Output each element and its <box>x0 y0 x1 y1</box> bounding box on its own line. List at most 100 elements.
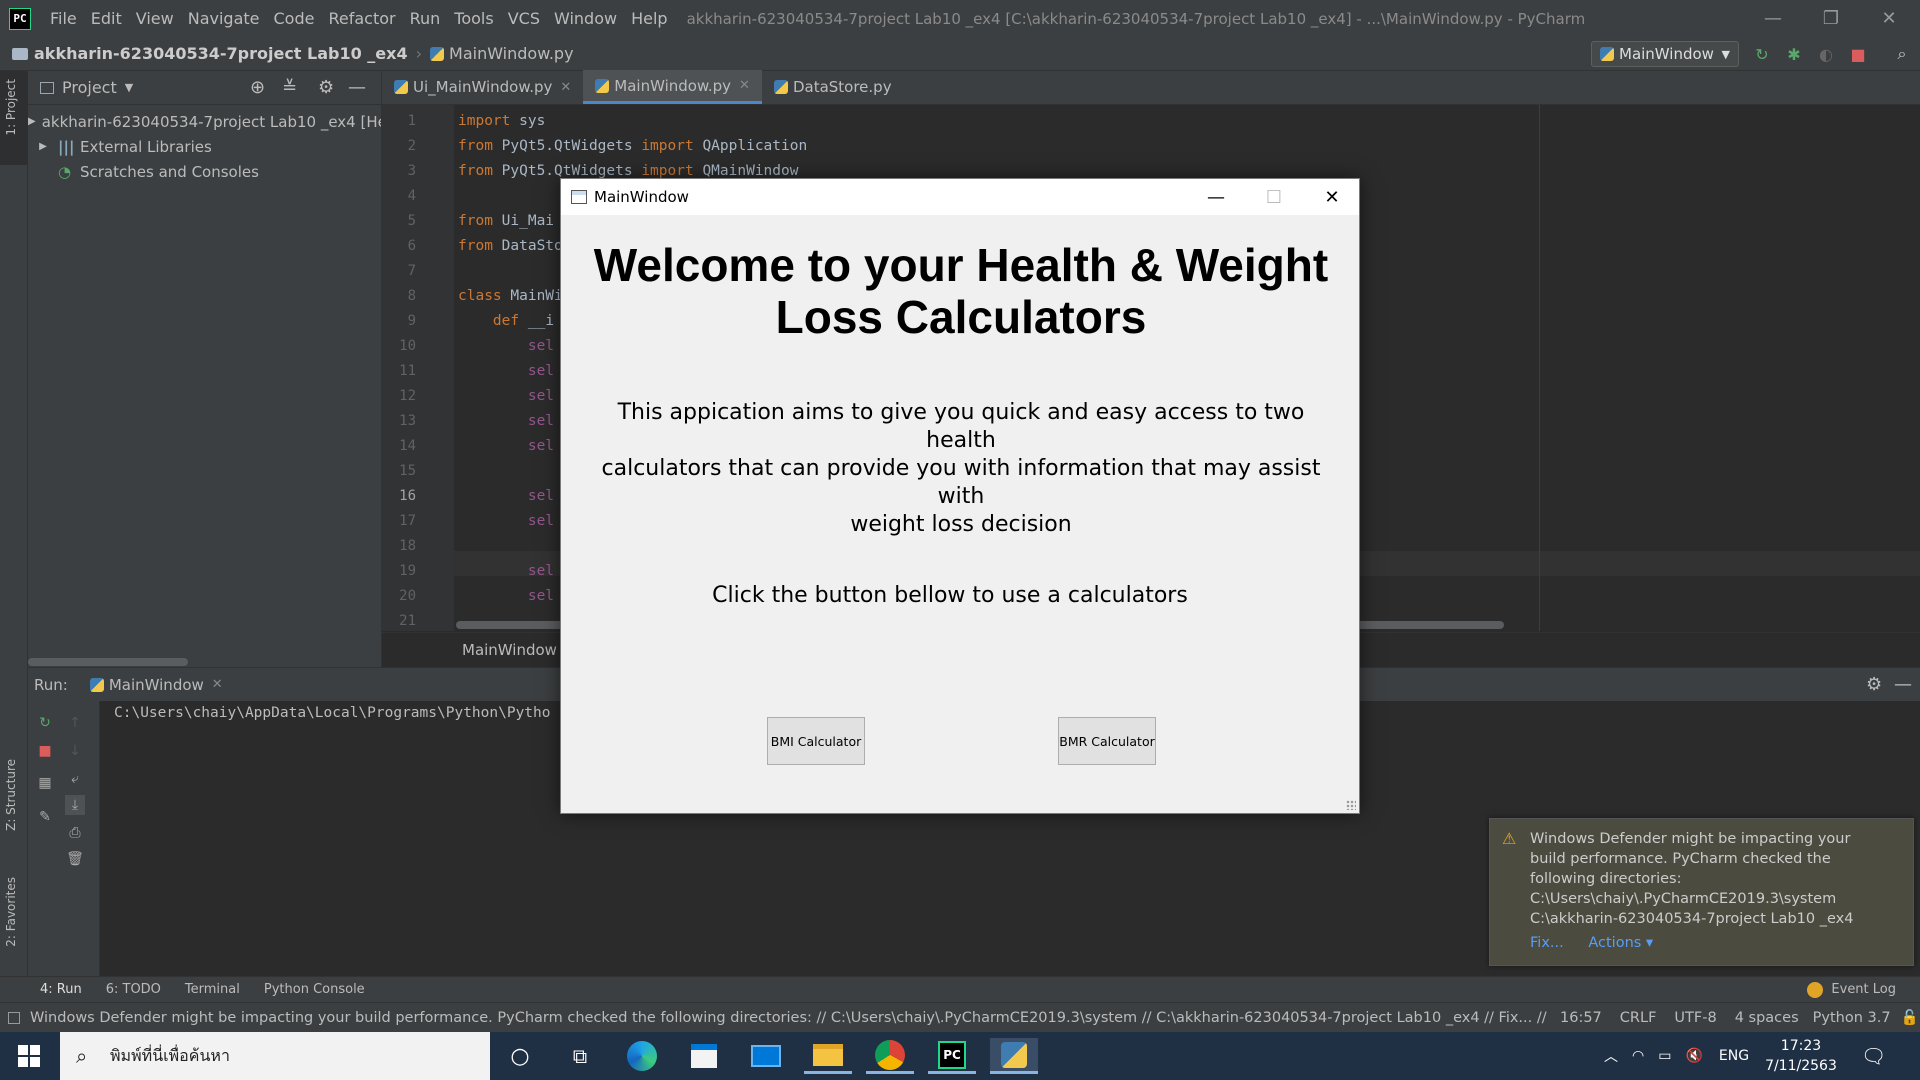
python-app-icon[interactable] <box>990 1038 1038 1074</box>
horizontal-scrollbar[interactable] <box>28 658 188 666</box>
structure-tool-tab[interactable]: Z: Structure <box>4 759 18 831</box>
rerun-icon[interactable]: ↻ <box>35 713 55 733</box>
clock-date: 7/11/2563 <box>1765 1058 1837 1074</box>
favorites-tool-tab[interactable]: 2: Favorites <box>4 877 18 947</box>
menu-run[interactable]: Run <box>403 9 448 28</box>
soft-wrap-icon[interactable]: ⤶ <box>65 769 85 789</box>
gear-icon[interactable]: ⚙ <box>318 77 334 98</box>
chevron-up-icon[interactable]: ︿ <box>1604 1046 1618 1066</box>
minimize-icon[interactable]: — <box>1744 0 1802 37</box>
tab-mainwindow[interactable]: MainWindow.py ✕ <box>583 70 762 104</box>
breadcrumb-file[interactable]: MainWindow.py <box>449 44 574 63</box>
lock-icon[interactable]: 🔓 <box>1901 1009 1919 1026</box>
menu-help[interactable]: Help <box>624 9 674 28</box>
edge-icon[interactable] <box>618 1038 666 1074</box>
rerun-icon[interactable]: ↻ <box>1753 45 1771 64</box>
menu-tools[interactable]: Tools <box>447 9 500 28</box>
cortana-icon[interactable]: ○ <box>496 1038 544 1074</box>
menu-view[interactable]: View <box>129 9 181 28</box>
file-explorer-icon[interactable] <box>804 1038 852 1074</box>
expand-arrow-icon[interactable]: ▶ <box>28 116 36 127</box>
status-message[interactable]: Windows Defender might be impacting your… <box>30 1010 1550 1026</box>
input-language[interactable]: ENG <box>1719 1048 1749 1064</box>
chrome-icon[interactable] <box>866 1038 914 1074</box>
line-separator[interactable]: CRLF <box>1620 1010 1657 1026</box>
expand-arrow-icon[interactable]: ▶ <box>28 141 58 152</box>
close-icon[interactable]: ✕ <box>1303 179 1361 215</box>
trash-icon[interactable]: 🗑 <box>65 849 85 869</box>
actions-link[interactable]: Actions ▾ <box>1588 935 1653 951</box>
mail-icon[interactable] <box>742 1038 790 1074</box>
start-icon[interactable] <box>18 1045 40 1067</box>
hide-panel-icon[interactable]: — <box>1894 674 1912 695</box>
run-configuration-select[interactable]: MainWindow ▼ <box>1591 41 1739 67</box>
event-log-button[interactable]: Event Log <box>1831 982 1896 997</box>
menu-vcs[interactable]: VCS <box>501 9 547 28</box>
collapse-all-icon[interactable]: ≚ <box>282 77 297 98</box>
caret-position[interactable]: 16:57 <box>1560 1010 1602 1026</box>
console-output[interactable]: C:\Users\chaiy\AppData\Local\Programs\Py… <box>114 705 551 721</box>
tree-item-project[interactable]: ▶ akkharin-623040534-7project Lab10 _ex4… <box>28 109 381 134</box>
bmi-calculator-button[interactable]: BMI Calculator <box>767 717 865 765</box>
menu-code[interactable]: Code <box>267 9 322 28</box>
store-icon[interactable] <box>680 1038 728 1074</box>
debug-icon[interactable]: ✱ <box>1785 45 1803 64</box>
coverage-icon[interactable]: ◐ <box>1817 45 1835 64</box>
breadcrumb-project[interactable]: akkharin-623040534-7project Lab10 _ex4 <box>34 44 408 63</box>
menu-refactor[interactable]: Refactor <box>321 9 402 28</box>
minimize-icon[interactable]: — <box>1187 179 1245 215</box>
fix-link[interactable]: Fix... <box>1530 935 1564 951</box>
tab-python-console[interactable]: Python Console <box>264 982 365 997</box>
close-icon[interactable]: ✕ <box>1860 0 1918 37</box>
down-arrow-icon[interactable]: ↓ <box>65 741 85 761</box>
heading-line: Welcome to your Health & Weight <box>593 239 1329 291</box>
wifi-icon[interactable]: ◠ <box>1632 1048 1644 1064</box>
print-icon[interactable]: ⎙ <box>65 823 85 843</box>
scroll-to-end-icon[interactable]: ⤓ <box>65 795 85 815</box>
clock[interactable]: 17:23 7/11/2563 <box>1765 1036 1837 1076</box>
notification-center-icon[interactable]: 🗨 <box>1861 1044 1886 1068</box>
close-tab-icon[interactable]: ✕ <box>560 80 571 95</box>
menu-file[interactable]: File <box>43 9 84 28</box>
hide-panel-icon[interactable]: — <box>348 77 366 98</box>
battery-icon[interactable]: ▭ <box>1658 1048 1671 1064</box>
chevron-down-icon[interactable]: ▼ <box>125 81 133 94</box>
project-tool-tab[interactable]: 1: Project <box>0 71 28 165</box>
tree-item-external-libraries[interactable]: ▶ ||| External Libraries <box>28 134 381 159</box>
tab-ui-mainwindow[interactable]: Ui_MainWindow.py ✕ <box>382 70 583 104</box>
layout-icon[interactable]: ▦ <box>35 773 55 793</box>
tab-run[interactable]: 4: Run <box>40 982 82 997</box>
menu-window[interactable]: Window <box>547 9 624 28</box>
up-arrow-icon[interactable]: ↑ <box>65 713 85 733</box>
tab-todo[interactable]: 6: TODO <box>106 982 161 997</box>
locate-icon[interactable]: ⊕ <box>250 77 265 98</box>
file-encoding[interactable]: UTF-8 <box>1674 1010 1716 1026</box>
close-tab-icon[interactable]: ✕ <box>212 677 223 692</box>
close-tab-icon[interactable]: ✕ <box>739 78 750 93</box>
tree-item-scratches[interactable]: ◔ Scratches and Consoles <box>28 159 381 184</box>
stop-icon[interactable]: ■ <box>1849 45 1867 64</box>
task-view-icon[interactable]: ⧉ <box>556 1038 604 1074</box>
indent-setting[interactable]: 4 spaces <box>1735 1010 1799 1026</box>
tab-datastore[interactable]: DataStore.py <box>762 70 904 104</box>
menu-edit[interactable]: Edit <box>84 9 129 28</box>
gear-icon[interactable]: ⚙ <box>1866 674 1882 695</box>
project-panel-title[interactable]: Project <box>62 78 117 97</box>
interpreter[interactable]: Python 3.7 <box>1813 1010 1891 1026</box>
maximize-icon[interactable]: ☐ <box>1245 179 1303 215</box>
search-icon[interactable]: ⌕ <box>1893 44 1911 63</box>
editor-footer-label[interactable]: MainWindow <box>462 641 557 659</box>
tab-terminal[interactable]: Terminal <box>185 982 240 997</box>
pycharm-icon[interactable]: PC <box>928 1038 976 1074</box>
restore-icon[interactable]: ❐ <box>1802 0 1860 37</box>
taskbar-search[interactable]: ⌕ พิมพ์ที่นี่เพื่อค้นหา <box>60 1032 490 1080</box>
volume-mute-icon[interactable]: 🔇 <box>1685 1048 1702 1064</box>
status-toggle-icon[interactable] <box>8 1011 20 1024</box>
menu-navigate[interactable]: Navigate <box>181 9 267 28</box>
stop-icon[interactable]: ■ <box>35 741 55 761</box>
pin-icon[interactable]: ✎ <box>35 807 55 827</box>
resize-grip-icon[interactable] <box>1346 800 1356 810</box>
run-tab[interactable]: MainWindow <box>109 676 204 694</box>
dialog-titlebar[interactable]: MainWindow — ☐ ✕ <box>561 179 1359 215</box>
bmr-calculator-button[interactable]: BMR Calculator <box>1058 717 1156 765</box>
